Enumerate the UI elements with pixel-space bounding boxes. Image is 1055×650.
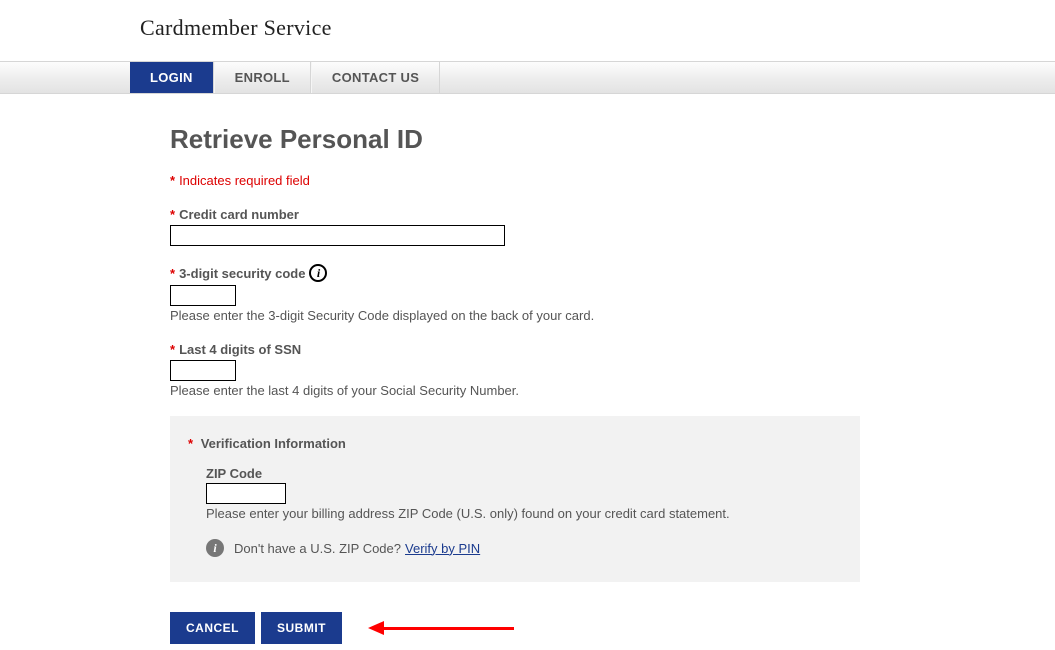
nav-login[interactable]: LOGIN — [130, 62, 214, 93]
nav-contact-us[interactable]: CONTACT US — [311, 62, 440, 93]
verify-by-pin-link[interactable]: Verify by PIN — [405, 541, 480, 556]
page-title: Retrieve Personal ID — [170, 124, 860, 155]
field-ssn: * Last 4 digits of SSN Please enter the … — [170, 341, 860, 398]
no-zip-text: Don't have a U.S. ZIP Code? — [234, 541, 401, 556]
zip-label: ZIP Code — [206, 466, 842, 481]
asterisk-icon: * — [170, 173, 175, 188]
info-icon: i — [206, 539, 224, 557]
field-security-code: * 3-digit security code i Please enter t… — [170, 264, 860, 323]
nav-enroll[interactable]: ENROLL — [214, 62, 311, 93]
security-code-input[interactable] — [170, 285, 236, 306]
asterisk-icon: * — [188, 436, 193, 451]
arrow-line-icon — [384, 627, 514, 630]
asterisk-icon: * — [170, 342, 175, 357]
cancel-button[interactable]: CANCEL — [170, 612, 255, 644]
required-field-note: *Indicates required field — [170, 173, 860, 188]
ssn-hint: Please enter the last 4 digits of your S… — [170, 383, 860, 398]
asterisk-icon: * — [170, 266, 175, 281]
security-code-label: 3-digit security code — [179, 266, 305, 281]
zip-input[interactable] — [206, 483, 286, 504]
main-nav: LOGIN ENROLL CONTACT US — [0, 61, 1055, 94]
asterisk-icon: * — [170, 207, 175, 222]
credit-card-label: Credit card number — [179, 207, 299, 222]
security-code-hint: Please enter the 3-digit Security Code d… — [170, 308, 860, 323]
arrow-head-icon — [368, 621, 384, 635]
annotation-arrow — [368, 621, 514, 635]
ssn-label: Last 4 digits of SSN — [179, 342, 301, 357]
verification-section: * Verification Information ZIP Code Plea… — [170, 416, 860, 582]
info-icon[interactable]: i — [309, 264, 327, 282]
ssn-input[interactable] — [170, 360, 236, 381]
field-credit-card: * Credit card number — [170, 206, 860, 246]
verification-title: Verification Information — [201, 436, 346, 451]
zip-hint: Please enter your billing address ZIP Co… — [206, 506, 842, 521]
brand-logo: Cardmember Service — [140, 15, 1055, 41]
credit-card-input[interactable] — [170, 225, 505, 246]
submit-button[interactable]: SUBMIT — [261, 612, 342, 644]
